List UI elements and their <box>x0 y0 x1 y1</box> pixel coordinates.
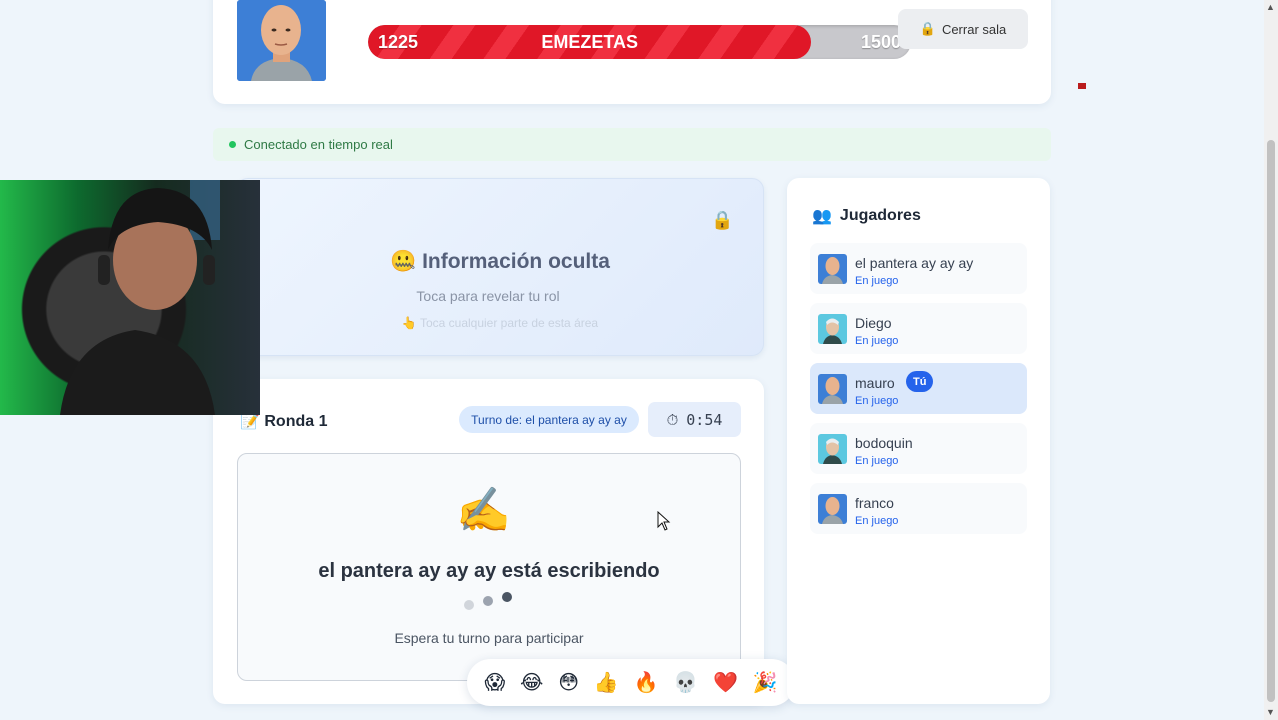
player-item-current[interactable]: mauro Tú En juego <box>810 363 1027 414</box>
reaction-bar: 😱 😂 😳 👍 🔥 💀 ❤️ 🎉 <box>467 659 795 706</box>
scroll-down-icon[interactable]: ▼ <box>1266 707 1275 717</box>
reaction-flushed-icon[interactable]: 😳 <box>558 670 579 695</box>
memo-icon: 📝 <box>240 413 260 430</box>
hidden-role-hint: 👆 Toca cualquier parte de esta área <box>236 316 764 330</box>
hidden-role-title-text: Información oculta <box>422 250 610 273</box>
player-item[interactable]: el pantera ay ay ay En juego <box>810 243 1027 294</box>
flag-icon <box>1078 83 1086 89</box>
player-name: el pantera ay ay ay <box>855 255 974 271</box>
turn-badge: Turno de: el pantera ay ay ay <box>459 406 639 433</box>
player-name: Diego <box>855 315 892 331</box>
player-item[interactable]: Diego En juego <box>810 303 1027 354</box>
zipper-face-icon: 🤐 <box>390 250 417 273</box>
player-name: franco <box>855 495 894 511</box>
reaction-skull-icon[interactable]: 💀 <box>673 670 698 695</box>
lock-icon: 🔒 <box>711 210 734 230</box>
player-item[interactable]: franco En juego <box>810 483 1027 534</box>
typing-dot-icon <box>483 596 493 606</box>
timer-value: 0:54 <box>686 410 723 429</box>
player-name: mauro <box>855 375 895 391</box>
player-status: En juego <box>855 455 899 467</box>
typing-dot-icon <box>464 600 474 610</box>
wait-turn-text: Espera tu turno para participar <box>394 630 584 646</box>
hidden-role-title: 🤐 Información oculta <box>236 250 764 274</box>
reaction-shocked-icon[interactable]: 😱 <box>484 670 505 695</box>
player-status: En juego <box>855 515 899 527</box>
hidden-role-hint-text: Toca cualquier parte de esta área <box>419 316 599 330</box>
avatar <box>818 254 847 284</box>
reaction-fire-icon[interactable]: 🔥 <box>634 670 659 695</box>
hidden-role-subtitle: Toca para revelar tu rol <box>416 288 560 304</box>
avatar <box>818 434 847 464</box>
reaction-party-icon[interactable]: 🎉 <box>753 670 778 695</box>
round-timer: ⏱ 0:54 <box>648 402 741 437</box>
player-name: bodoquin <box>855 435 913 451</box>
player-status: En juego <box>855 335 899 347</box>
people-icon: 👥 <box>812 208 832 225</box>
avatar <box>818 374 847 404</box>
connection-status-bar: Conectado en tiempo real <box>213 128 1051 161</box>
player-status: En juego <box>855 395 899 407</box>
player-avatar <box>237 0 326 81</box>
pointing-hand-icon: 👆 <box>401 316 417 330</box>
stopwatch-icon: ⏱ <box>666 410 679 429</box>
score-max: 1500 <box>860 32 901 52</box>
score-title: EMEZETAS <box>541 32 639 52</box>
players-title-text: Jugadores <box>839 207 921 224</box>
close-room-button[interactable]: 🔒 Cerrar sala <box>898 9 1028 49</box>
scrollbar-thumb[interactable] <box>1267 140 1275 702</box>
writing-hand-icon: ✍️ <box>456 486 511 535</box>
reaction-heart-icon[interactable]: ❤️ <box>713 670 738 695</box>
connection-status-text: Conectado en tiempo real <box>244 137 393 152</box>
reaction-laugh-icon[interactable]: 😂 <box>520 670 543 695</box>
round-title-text: Ronda 1 <box>264 413 328 430</box>
status-dot-icon <box>229 141 236 148</box>
players-title: 👥 Jugadores <box>812 206 921 226</box>
mouse-cursor-icon <box>657 511 671 531</box>
player-item[interactable]: bodoquin En juego <box>810 423 1027 474</box>
lock-icon: 🔒 <box>919 21 936 36</box>
reaction-thumbs-up-icon[interactable]: 👍 <box>594 670 619 695</box>
avatar <box>818 314 847 344</box>
writing-status-text: el pantera ay ay ay está escribiendo <box>318 560 660 582</box>
player-status: En juego <box>855 275 899 287</box>
close-room-label: Cerrar sala <box>941 21 1007 37</box>
webcam-overlay <box>0 180 260 415</box>
scroll-up-icon[interactable]: ▲ <box>1266 2 1275 12</box>
score-progress-bar: 1225 EMEZETAS 1500 <box>368 25 911 59</box>
avatar <box>818 494 847 524</box>
you-badge: Tú <box>906 371 934 392</box>
typing-dot-icon <box>502 592 512 602</box>
